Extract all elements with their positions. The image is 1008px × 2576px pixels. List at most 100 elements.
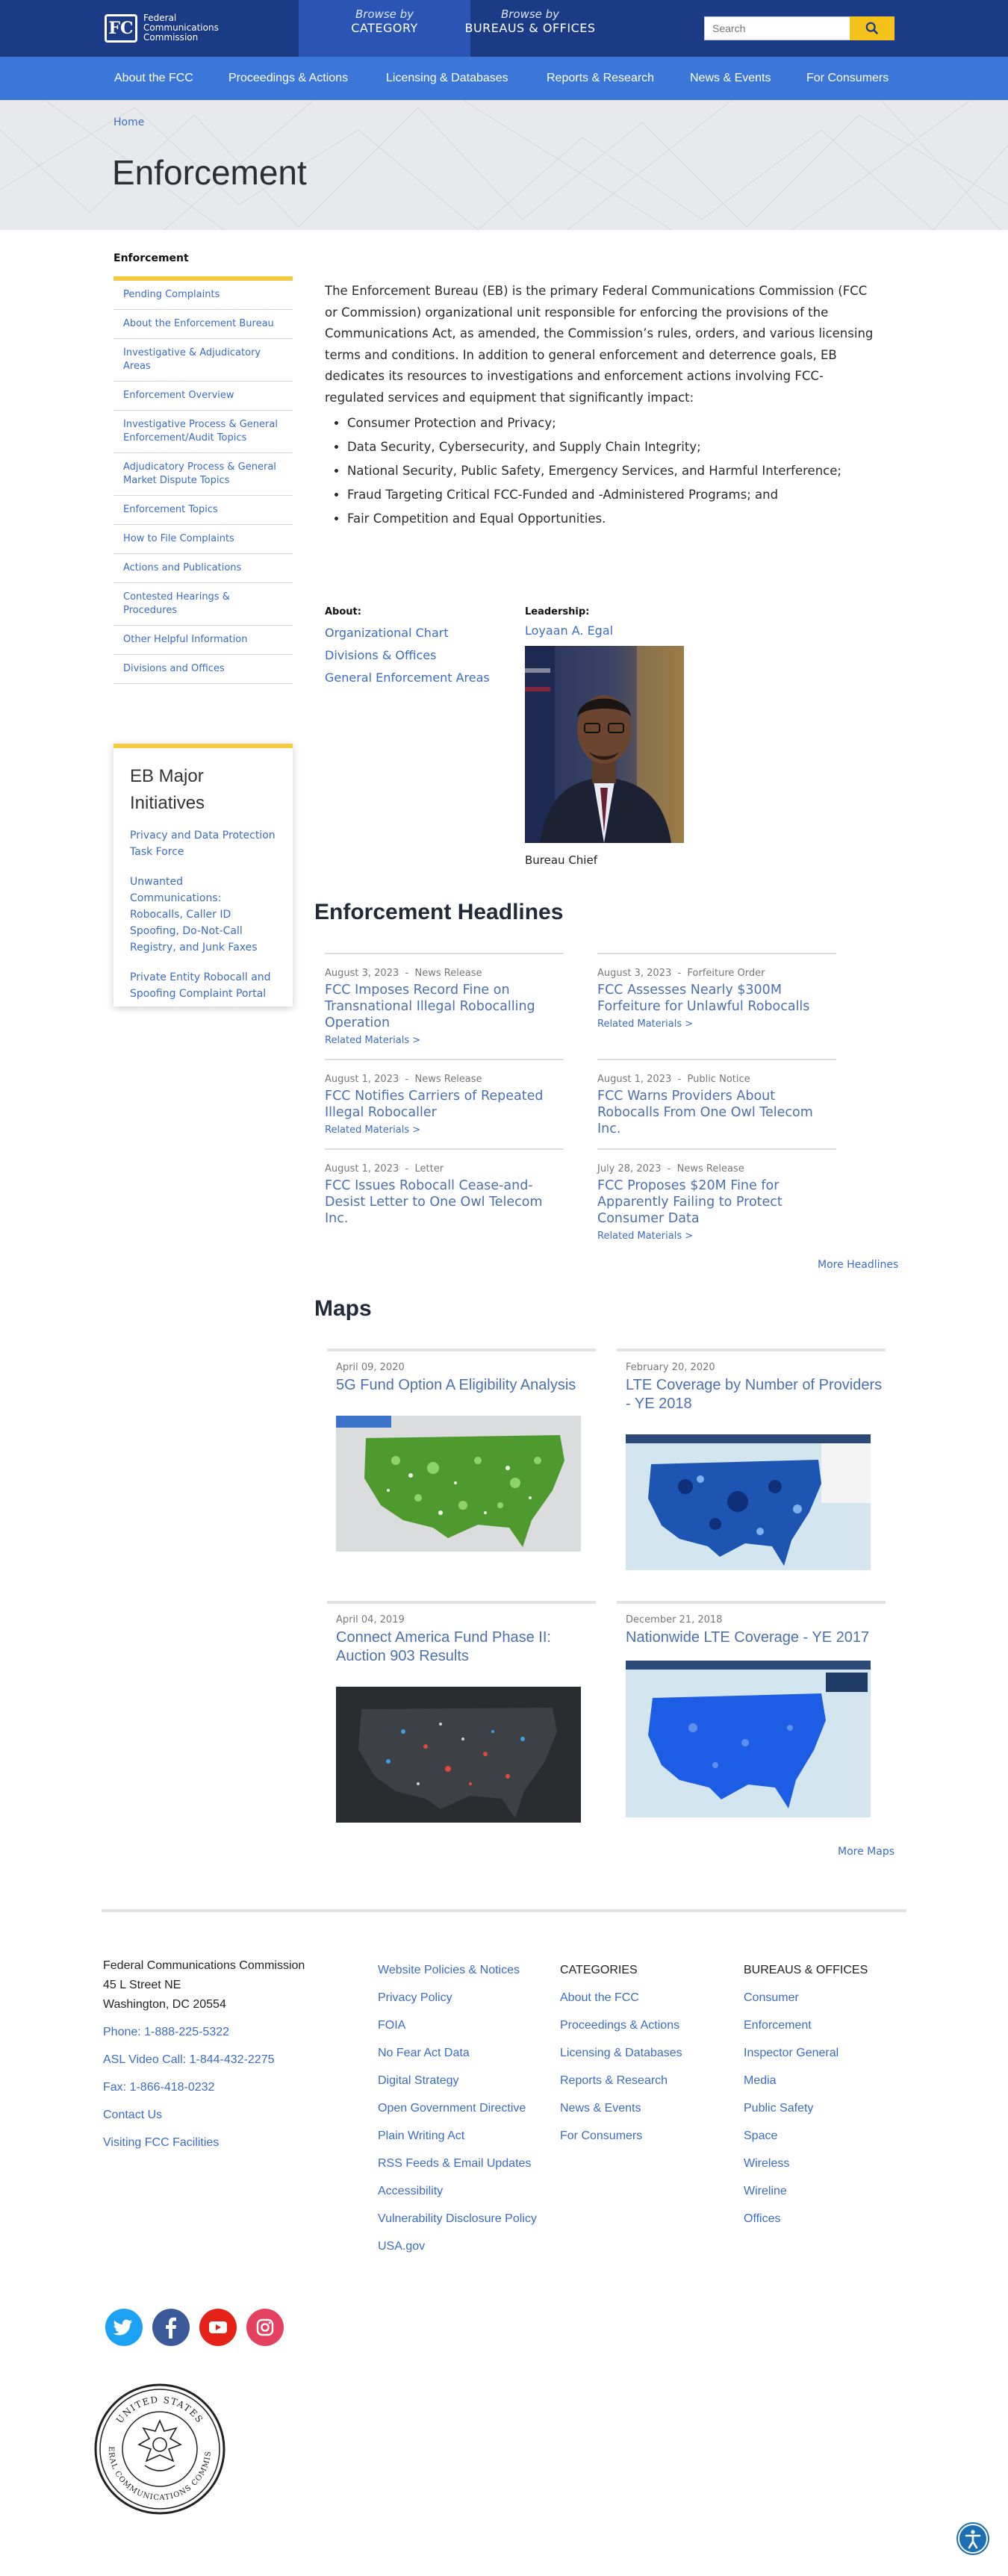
footer-policy-link[interactable]: RSS Feeds & Email Updates <box>378 2150 542 2177</box>
sidebar-item-pending-complaints[interactable]: Pending Complaints <box>113 281 293 310</box>
footer-policy-link[interactable]: Digital Strategy <box>378 2067 542 2094</box>
map-thumbnail-lte-providers-2018[interactable] <box>626 1434 871 1570</box>
footer-bureaus: BUREAUS & OFFICES Consumer Enforcement I… <box>744 1956 908 2233</box>
headline-date: August 1, 2023 <box>325 1163 399 1175</box>
bureau-chief-link[interactable]: Loyaan A. Egal <box>525 622 689 640</box>
youtube-icon[interactable] <box>199 2309 237 2346</box>
map-card: April 09, 2020 5G Fund Option A Eligibil… <box>327 1348 596 1552</box>
footer-policy-link[interactable]: Accessibility <box>378 2177 542 2205</box>
search-input[interactable] <box>705 17 847 40</box>
footer-bureau-link[interactable]: Public Safety <box>744 2094 908 2122</box>
map-title-link[interactable]: Connect America Fund Phase II: Auction 9… <box>327 1628 596 1666</box>
nav-news-events[interactable]: News & Events <box>690 57 771 100</box>
footer-bureau-link[interactable]: Wireline <box>744 2177 908 2205</box>
footer-bureau-link[interactable]: Media <box>744 2067 908 2094</box>
nav-for-consumers[interactable]: For Consumers <box>806 57 889 100</box>
fcc-logo[interactable]: FC Federal Communications Commission <box>105 13 219 43</box>
map-title-link[interactable]: 5G Fund Option A Eligibility Analysis <box>327 1376 596 1395</box>
headline-title-link[interactable]: FCC Notifies Carriers of Repeated Illega… <box>325 1088 564 1121</box>
search-button[interactable] <box>850 16 895 40</box>
footer-policy-link[interactable]: USA.gov <box>378 2233 542 2260</box>
footer-visiting-link[interactable]: Visiting FCC Facilities <box>103 2129 357 2156</box>
breadcrumb-home[interactable]: Home <box>113 116 144 128</box>
intro-bullet: Fraud Targeting Critical FCC-Funded and … <box>347 483 881 507</box>
nav-reports-research[interactable]: Reports & Research <box>547 57 654 100</box>
initiative-unwanted-communications[interactable]: Unwanted Communications: Robocalls, Call… <box>130 874 276 956</box>
instagram-icon[interactable] <box>246 2309 284 2346</box>
footer-category-link[interactable]: For Consumers <box>560 2122 724 2150</box>
footer-policy-link[interactable]: Plain Writing Act <box>378 2122 542 2150</box>
sidebar-item-contested-hearings[interactable]: Contested Hearings & Procedures <box>113 583 293 626</box>
sidebar-item-investigative-adjudicatory[interactable]: Investigative & Adjudicatory Areas <box>113 339 293 382</box>
footer-category-link[interactable]: Reports & Research <box>560 2067 724 2094</box>
related-materials-link[interactable]: Related Materials > <box>325 1035 564 1046</box>
sidebar-item-enforcement-topics[interactable]: Enforcement Topics <box>113 496 293 525</box>
footer-policy-link[interactable]: Open Government Directive <box>378 2094 542 2122</box>
footer-bureau-link[interactable]: Consumer <box>744 1984 908 2012</box>
map-thumbnail-lte-coverage-2017[interactable] <box>626 1661 871 1817</box>
sidebar-item-divisions-offices[interactable]: Divisions and Offices <box>113 655 293 684</box>
headline-type: Forfeiture Order <box>687 968 765 979</box>
footer-policy-link[interactable]: FOIA <box>378 2012 542 2039</box>
footer-category-link[interactable]: Licensing & Databases <box>560 2039 724 2067</box>
intro-section: The Enforcement Bureau (EB) is the prima… <box>325 281 881 531</box>
sidebar-item-investigative-process[interactable]: Investigative Process & General Enforcem… <box>113 411 293 453</box>
footer-bureau-link[interactable]: Enforcement <box>744 2012 908 2039</box>
headline-title-link[interactable]: FCC Assesses Nearly $300M Forfeiture for… <box>597 982 836 1015</box>
sidebar-item-enforcement-overview[interactable]: Enforcement Overview <box>113 382 293 411</box>
headline-date: August 3, 2023 <box>597 968 672 979</box>
accessibility-widget-button[interactable] <box>956 2522 989 2555</box>
map-title-link[interactable]: LTE Coverage by Number of Providers - YE… <box>617 1376 886 1413</box>
browse-by-bureaus-button[interactable]: Browse by BUREAUS & OFFICES <box>444 0 616 57</box>
footer-fax-link[interactable]: Fax: 1-866-418-0232 <box>103 2073 357 2101</box>
footer-bureau-link[interactable]: Offices <box>744 2205 908 2233</box>
sidebar-item-adjudicatory-process[interactable]: Adjudicatory Process & General Market Di… <box>113 453 293 496</box>
footer-bureau-link[interactable]: Space <box>744 2122 908 2150</box>
footer-bureau-link[interactable]: Inspector General <box>744 2039 908 2067</box>
nav-proceedings-actions[interactable]: Proceedings & Actions <box>228 57 348 100</box>
facebook-icon[interactable] <box>152 2309 190 2346</box>
maps-title: Maps <box>314 1296 372 1321</box>
nav-about-fcc[interactable]: About the FCC <box>114 57 193 100</box>
page-title: Enforcement <box>112 153 307 192</box>
divisions-offices-link[interactable]: Divisions & Offices <box>325 644 490 667</box>
footer-phone-link[interactable]: Phone: 1-888-225-5322 <box>103 2018 357 2046</box>
nav-licensing-databases[interactable]: Licensing & Databases <box>386 57 508 100</box>
footer-category-link[interactable]: News & Events <box>560 2094 724 2122</box>
headline-title-link[interactable]: FCC Imposes Record Fine on Transnational… <box>325 982 564 1031</box>
more-headlines-link[interactable]: More Headlines <box>818 1259 898 1271</box>
related-materials-link[interactable]: Related Materials > <box>597 1018 836 1030</box>
headline-title-link[interactable]: FCC Proposes $20M Fine for Apparently Fa… <box>597 1177 836 1227</box>
initiative-robocall-portal[interactable]: Private Entity Robocall and Spoofing Com… <box>130 969 276 1002</box>
sidebar-item-actions-publications[interactable]: Actions and Publications <box>113 554 293 583</box>
org-chart-link[interactable]: Organizational Chart <box>325 622 490 644</box>
general-enforcement-areas-link[interactable]: General Enforcement Areas <box>325 667 490 689</box>
related-materials-link[interactable]: Related Materials > <box>325 1124 564 1136</box>
map-thumbnail-5g-fund[interactable] <box>336 1416 581 1552</box>
initiative-privacy-task-force[interactable]: Privacy and Data Protection Task Force <box>130 827 276 860</box>
footer-asl-link[interactable]: ASL Video Call: 1-844-432-2275 <box>103 2046 357 2073</box>
twitter-icon[interactable] <box>105 2309 143 2346</box>
headline-title-link[interactable]: FCC Issues Robocall Cease-and-Desist Let… <box>325 1177 564 1227</box>
footer-category-link[interactable]: Proceedings & Actions <box>560 2012 724 2039</box>
more-maps-link[interactable]: More Maps <box>838 1846 895 1858</box>
headline-title-link[interactable]: FCC Warns Providers About Robocalls From… <box>597 1088 836 1137</box>
map-title-link[interactable]: Nationwide LTE Coverage - YE 2017 <box>617 1628 886 1647</box>
footer-policy-link[interactable]: Vulnerability Disclosure Policy <box>378 2205 542 2233</box>
footer-bureau-link[interactable]: Wireless <box>744 2150 908 2177</box>
footer-category-link[interactable]: About the FCC <box>560 1984 724 2012</box>
headline-type: News Release <box>414 1074 482 1085</box>
footer-policy-link[interactable]: No Fear Act Data <box>378 2039 542 2067</box>
intro-bullet: National Security, Public Safety, Emerge… <box>347 459 881 483</box>
headline-type: Public Notice <box>687 1074 750 1085</box>
related-materials-link[interactable]: Related Materials > <box>597 1231 836 1242</box>
footer-policy-link[interactable]: Privacy Policy <box>378 1984 542 2012</box>
sidebar-item-about-bureau[interactable]: About the Enforcement Bureau <box>113 310 293 339</box>
footer-policy-link[interactable]: Website Policies & Notices <box>378 1956 542 1984</box>
footer-contact-us-link[interactable]: Contact Us <box>103 2101 357 2129</box>
map-thumbnail-caf-phase-ii[interactable] <box>336 1687 581 1823</box>
sidebar-item-other-info[interactable]: Other Helpful Information <box>113 626 293 655</box>
map-card: February 20, 2020 LTE Coverage by Number… <box>617 1348 886 1570</box>
sidebar-item-file-complaints[interactable]: How to File Complaints <box>113 525 293 554</box>
headline-date: August 1, 2023 <box>597 1074 672 1085</box>
